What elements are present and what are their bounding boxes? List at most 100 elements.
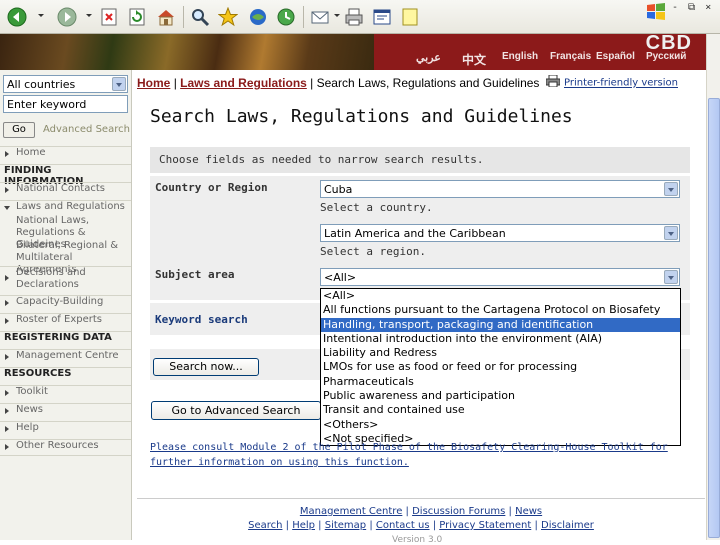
lang-chinese[interactable]: 中文 <box>462 51 486 68</box>
subject-option[interactable]: Transit and contained use <box>321 403 680 417</box>
keyword-input[interactable]: Enter keyword <box>3 95 128 113</box>
nav-item-label: Toolkit <box>16 386 48 397</box>
window-controls[interactable]: - ⧉ × <box>672 2 713 13</box>
media-icon[interactable] <box>246 5 270 29</box>
arrow-right-icon <box>5 187 9 193</box>
nav-item-laws-and-regulations[interactable]: Laws and Regulations <box>0 200 131 215</box>
nav-item-home[interactable]: Home <box>0 146 131 163</box>
subject-option[interactable]: Liability and Redress <box>321 346 680 360</box>
region-select-value: Latin America and the Caribbean <box>324 227 506 240</box>
subject-option-selected[interactable]: Handling, transport, packaging and ident… <box>321 317 680 332</box>
nav-item-capacity-building[interactable]: Capacity-Building <box>0 295 131 312</box>
chevron-down-icon[interactable] <box>664 270 678 284</box>
subject-option[interactable]: All functions pursuant to the Cartagena … <box>321 303 680 317</box>
back-icon[interactable] <box>4 5 30 29</box>
mail-icon[interactable] <box>308 5 332 29</box>
history-icon[interactable] <box>274 5 298 29</box>
footer-link-disclaimer[interactable]: Disclaimer <box>541 520 594 531</box>
arrow-right-icon <box>5 275 9 281</box>
country-region-label: Country or Region <box>155 181 268 194</box>
region-note: Select a region. <box>320 245 426 258</box>
printer-friendly-link[interactable]: Printer-friendly version <box>545 74 678 90</box>
language-bar: عربي 中文 English Français Español Русский… <box>374 32 706 70</box>
mail-dropdown-icon[interactable] <box>334 14 340 17</box>
country-select[interactable]: Cuba <box>320 180 680 198</box>
search-now-button[interactable]: Search now... <box>153 358 259 376</box>
refresh-icon[interactable] <box>126 5 148 29</box>
stop-icon[interactable] <box>98 5 120 29</box>
nav-item-decisions[interactable]: Decisions and Declarations <box>0 266 131 294</box>
nav-item-label: Help <box>16 422 39 433</box>
footer-link-contact[interactable]: Contact us <box>376 520 430 531</box>
scroll-thumb[interactable] <box>708 98 720 538</box>
edit-icon[interactable] <box>370 5 394 29</box>
print-icon[interactable] <box>342 5 366 29</box>
footer-links-secondary: Search | Help | Sitemap | Contact us | P… <box>248 520 594 531</box>
lang-french[interactable]: Français <box>550 51 591 62</box>
keyword-input-placeholder: Enter keyword <box>7 98 87 111</box>
left-navigation: All countries Enter keyword Go Advanced … <box>0 70 132 540</box>
subject-option[interactable]: LMOs for use as food or feed or for proc… <box>321 360 680 374</box>
home-icon[interactable] <box>154 5 178 29</box>
section-finding-information: FINDING INFORMATION <box>0 164 131 187</box>
cbd-logo[interactable]: CBD <box>646 32 692 55</box>
site-banner: عربي 中文 English Français Español Русский… <box>0 32 706 70</box>
version-label: Version 3.0 <box>392 535 443 545</box>
region-select[interactable]: Latin America and the Caribbean <box>320 224 680 242</box>
subject-option[interactable]: Public awareness and participation <box>321 389 680 403</box>
subject-option[interactable]: Pharmaceuticals <box>321 375 680 389</box>
windows-logo-icon <box>644 0 668 24</box>
chevron-down-icon[interactable] <box>664 226 678 240</box>
chevron-down-icon[interactable] <box>664 182 678 196</box>
nav-item-roster-of-experts[interactable]: Roster of Experts <box>0 313 131 330</box>
nav-item-label: Laws and Regulations <box>16 201 125 212</box>
lang-spanish[interactable]: Español <box>596 51 635 62</box>
form-hint: Choose fields as needed to narrow search… <box>150 147 690 173</box>
chevron-down-icon[interactable] <box>112 77 126 91</box>
search-icon[interactable] <box>188 5 212 29</box>
favorites-icon[interactable] <box>216 5 240 29</box>
arrow-right-icon <box>5 318 9 324</box>
discuss-icon[interactable] <box>398 5 422 29</box>
nav-item-management-centre[interactable]: Management Centre <box>0 349 131 366</box>
nav-item-other-resources[interactable]: Other Resources <box>0 439 131 456</box>
nav-item-help[interactable]: Help <box>0 421 131 438</box>
country-filter-select[interactable]: All countries <box>3 75 128 93</box>
nav-item-label: Decisions and Declarations <box>16 267 86 290</box>
nav-item-national-contacts[interactable]: National Contacts <box>0 182 131 199</box>
subject-option[interactable]: Intentional introduction into the enviro… <box>321 332 680 346</box>
nav-item-label: Capacity-Building <box>16 296 104 307</box>
footer-link-sitemap[interactable]: Sitemap <box>325 520 366 531</box>
advanced-search-link[interactable]: Advanced Search <box>43 124 130 135</box>
nav-item-news[interactable]: News <box>0 403 131 420</box>
nav-item-label: Management Centre <box>16 350 119 361</box>
consult-toolkit-link[interactable]: Please consult Module 2 of the Pilot Pha… <box>150 440 695 470</box>
nav-item-label: Other Resources <box>16 440 99 451</box>
arrow-right-icon <box>5 408 9 414</box>
browser-toolbar: - ⧉ × <box>0 0 720 34</box>
section-registering-data: REGISTERING DATA <box>0 331 131 348</box>
breadcrumb-laws[interactable]: Laws and Regulations <box>180 76 307 90</box>
nav-item-label: News <box>16 404 44 415</box>
breadcrumb-home[interactable]: Home <box>137 76 170 90</box>
subject-area-select[interactable]: <All> <box>320 268 680 286</box>
footer-link-management-centre[interactable]: Management Centre <box>300 506 403 517</box>
subject-area-options[interactable]: <All> All functions pursuant to the Cart… <box>320 288 681 446</box>
advanced-search-button[interactable]: Go to Advanced Search <box>151 401 321 420</box>
footer-link-privacy[interactable]: Privacy Statement <box>439 520 531 531</box>
footer-link-news[interactable]: News <box>515 506 542 517</box>
forward-dropdown-icon[interactable] <box>86 14 92 17</box>
arrow-right-icon <box>5 300 9 306</box>
footer-link-help[interactable]: Help <box>292 520 315 531</box>
nav-item-toolkit[interactable]: Toolkit <box>0 385 131 402</box>
vertical-scrollbar[interactable] <box>706 34 720 540</box>
back-dropdown-icon[interactable] <box>38 14 44 17</box>
lang-arabic[interactable]: عربي <box>416 51 441 64</box>
subject-option[interactable]: <Others> <box>321 418 680 432</box>
lang-english[interactable]: English <box>502 51 538 62</box>
footer-link-discussion-forums[interactable]: Discussion Forums <box>412 506 505 517</box>
subject-option[interactable]: <All> <box>321 289 680 303</box>
forward-icon[interactable] <box>54 5 80 29</box>
footer-link-search[interactable]: Search <box>248 520 282 531</box>
go-button[interactable]: Go <box>3 122 35 138</box>
